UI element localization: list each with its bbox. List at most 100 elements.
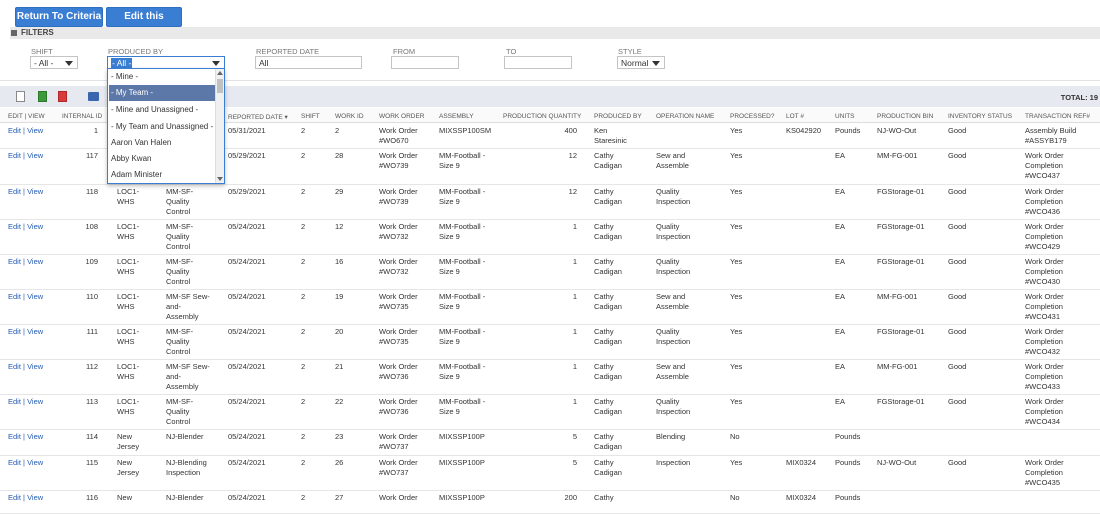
col-processed[interactable]: PROCESSED?: [730, 113, 774, 120]
edit-link[interactable]: Edit: [8, 327, 21, 336]
filters-header[interactable]: [10, 27, 1100, 39]
export-pdf-icon[interactable]: [58, 91, 67, 102]
table-row: Edit | View 109 LOC1- WHS MM-SF- Quality Co…: [0, 254, 1100, 290]
col-lot[interactable]: LOT #: [786, 113, 804, 120]
dropdown-option[interactable]: - Mine -: [109, 69, 216, 85]
col-shift[interactable]: SHIFT: [301, 113, 320, 120]
cell-id: 115: [86, 458, 98, 467]
cell-id: 109: [85, 257, 98, 266]
cell-date: 05/24/2021: [228, 493, 266, 502]
col-operation-name[interactable]: OPERATION NAME: [656, 113, 714, 120]
edit-link[interactable]: Edit: [8, 397, 21, 406]
col-production-bin[interactable]: PRODUCTION BIN: [877, 113, 933, 120]
style-select[interactable]: Normal: [617, 56, 665, 69]
cell-status: Good: [948, 257, 967, 266]
edit-link[interactable]: Edit: [8, 257, 21, 266]
dropdown-option[interactable]: - Mine and Unassigned -: [109, 102, 216, 118]
view-link[interactable]: View: [27, 327, 43, 336]
view-link[interactable]: View: [27, 432, 43, 441]
to-date-input[interactable]: [504, 56, 572, 69]
edit-link[interactable]: Edit: [8, 458, 21, 467]
cell-date: 05/24/2021: [228, 458, 266, 467]
edit-link[interactable]: Edit: [8, 493, 21, 502]
cell-asm: MIXSSP100P: [439, 458, 485, 467]
export-excel-icon[interactable]: [38, 91, 47, 102]
edit-link[interactable]: Edit: [8, 292, 21, 301]
new-document-icon[interactable]: [16, 91, 25, 102]
edit-view-links: Edit | View: [8, 397, 43, 407]
cell-by: Cathy Cadigan: [594, 327, 622, 346]
col-reported-date[interactable]: REPORTED DATE ▾: [228, 113, 288, 121]
produced-by-value: - All -: [111, 58, 133, 68]
dropdown-option[interactable]: Abby Kwan: [109, 151, 216, 167]
cell-asm: MM-Football - Size 9: [439, 362, 486, 381]
cell-id: 110: [86, 292, 98, 301]
cell-oper: NJ-Blender: [166, 493, 204, 502]
col-production-quantity[interactable]: PRODUCTION QUANTITY: [503, 113, 581, 120]
view-link[interactable]: View: [27, 397, 43, 406]
shift-label: SHIFT: [31, 47, 53, 56]
cell-work-id: 16: [335, 257, 344, 266]
col-produced-by[interactable]: PRODUCED BY: [594, 113, 642, 120]
scroll-down-icon[interactable]: [217, 177, 223, 181]
cell-proc: Yes: [730, 397, 743, 406]
dropdown-scrollbar[interactable]: [215, 69, 224, 183]
edit-link[interactable]: Edit: [8, 432, 21, 441]
collapse-icon[interactable]: [11, 30, 17, 36]
view-link[interactable]: View: [27, 257, 43, 266]
view-link[interactable]: View: [27, 493, 43, 502]
cell-units: Pounds: [835, 126, 861, 135]
edit-this-search-button[interactable]: Edit this Search: [106, 7, 182, 40]
scrollbar-thumb[interactable]: [217, 79, 223, 93]
dropdown-option[interactable]: Adam Minister: [109, 167, 216, 183]
cell-by: Cathy: [594, 493, 614, 502]
view-link[interactable]: View: [27, 126, 43, 135]
edit-link[interactable]: Edit: [8, 187, 21, 196]
cell-date: 05/24/2021: [228, 292, 266, 301]
reported-date-input[interactable]: All: [255, 56, 362, 69]
filters-title: FILTERS: [21, 28, 54, 37]
cell-wo: Work Order #WO732: [379, 257, 418, 276]
view-link[interactable]: View: [27, 292, 43, 301]
edit-view-links: Edit | View: [8, 362, 43, 372]
edit-link[interactable]: Edit: [8, 362, 21, 371]
col-assembly[interactable]: ASSEMBLY: [439, 113, 474, 120]
scroll-up-icon[interactable]: [217, 71, 223, 75]
cell-asm: MM-Football - Size 9: [439, 222, 486, 241]
dropdown-option-selected[interactable]: - My Team -: [109, 85, 216, 101]
view-link[interactable]: View: [27, 151, 43, 160]
cell-opname: Quality Inspection: [656, 257, 691, 276]
print-icon[interactable]: [88, 92, 99, 101]
shift-select[interactable]: - All -: [30, 56, 78, 69]
col-units[interactable]: UNITS: [835, 113, 855, 120]
view-link[interactable]: View: [27, 187, 43, 196]
return-to-criteria-button[interactable]: Return To Criteria: [15, 7, 103, 27]
cell-lot: KS042920: [786, 126, 822, 135]
edit-link[interactable]: Edit: [8, 151, 21, 160]
col-inventory-status[interactable]: INVENTORY STATUS: [948, 113, 1012, 120]
dropdown-option[interactable]: Aaron Van Halen: [109, 135, 216, 151]
cell-proc: Yes: [730, 222, 743, 231]
cell-work-id: 28: [335, 151, 344, 160]
dropdown-option[interactable]: - My Team and Unassigned -: [109, 119, 216, 135]
from-date-input[interactable]: [391, 56, 459, 69]
edit-link[interactable]: Edit: [8, 126, 21, 135]
view-link[interactable]: View: [27, 362, 43, 371]
view-link[interactable]: View: [27, 222, 43, 231]
cell-proc: No: [730, 432, 740, 441]
cell-qty: 1: [572, 327, 577, 336]
cell-asm: MIXSSP100P: [439, 493, 485, 502]
cell-proc: Yes: [730, 257, 743, 266]
col-work-order[interactable]: WORK ORDER: [379, 113, 425, 120]
cell-ref: Work Order Completion #WCO436: [1025, 187, 1064, 216]
cell-asm: MM-Football - Size 9: [439, 151, 486, 170]
col-transaction-ref[interactable]: TRANSACTION REF#: [1025, 113, 1090, 120]
produced-by-dropdown[interactable]: - Mine - - My Team - - Mine and Unassign…: [107, 68, 225, 184]
cell-work-id: 22: [335, 397, 344, 406]
view-link[interactable]: View: [27, 458, 43, 467]
cell-by: Ken Staresinic: [594, 126, 627, 145]
col-work-id[interactable]: WORK ID: [335, 113, 364, 120]
cell-shift: 2: [301, 126, 306, 135]
cell-shift: 2: [301, 397, 306, 406]
edit-link[interactable]: Edit: [8, 222, 21, 231]
